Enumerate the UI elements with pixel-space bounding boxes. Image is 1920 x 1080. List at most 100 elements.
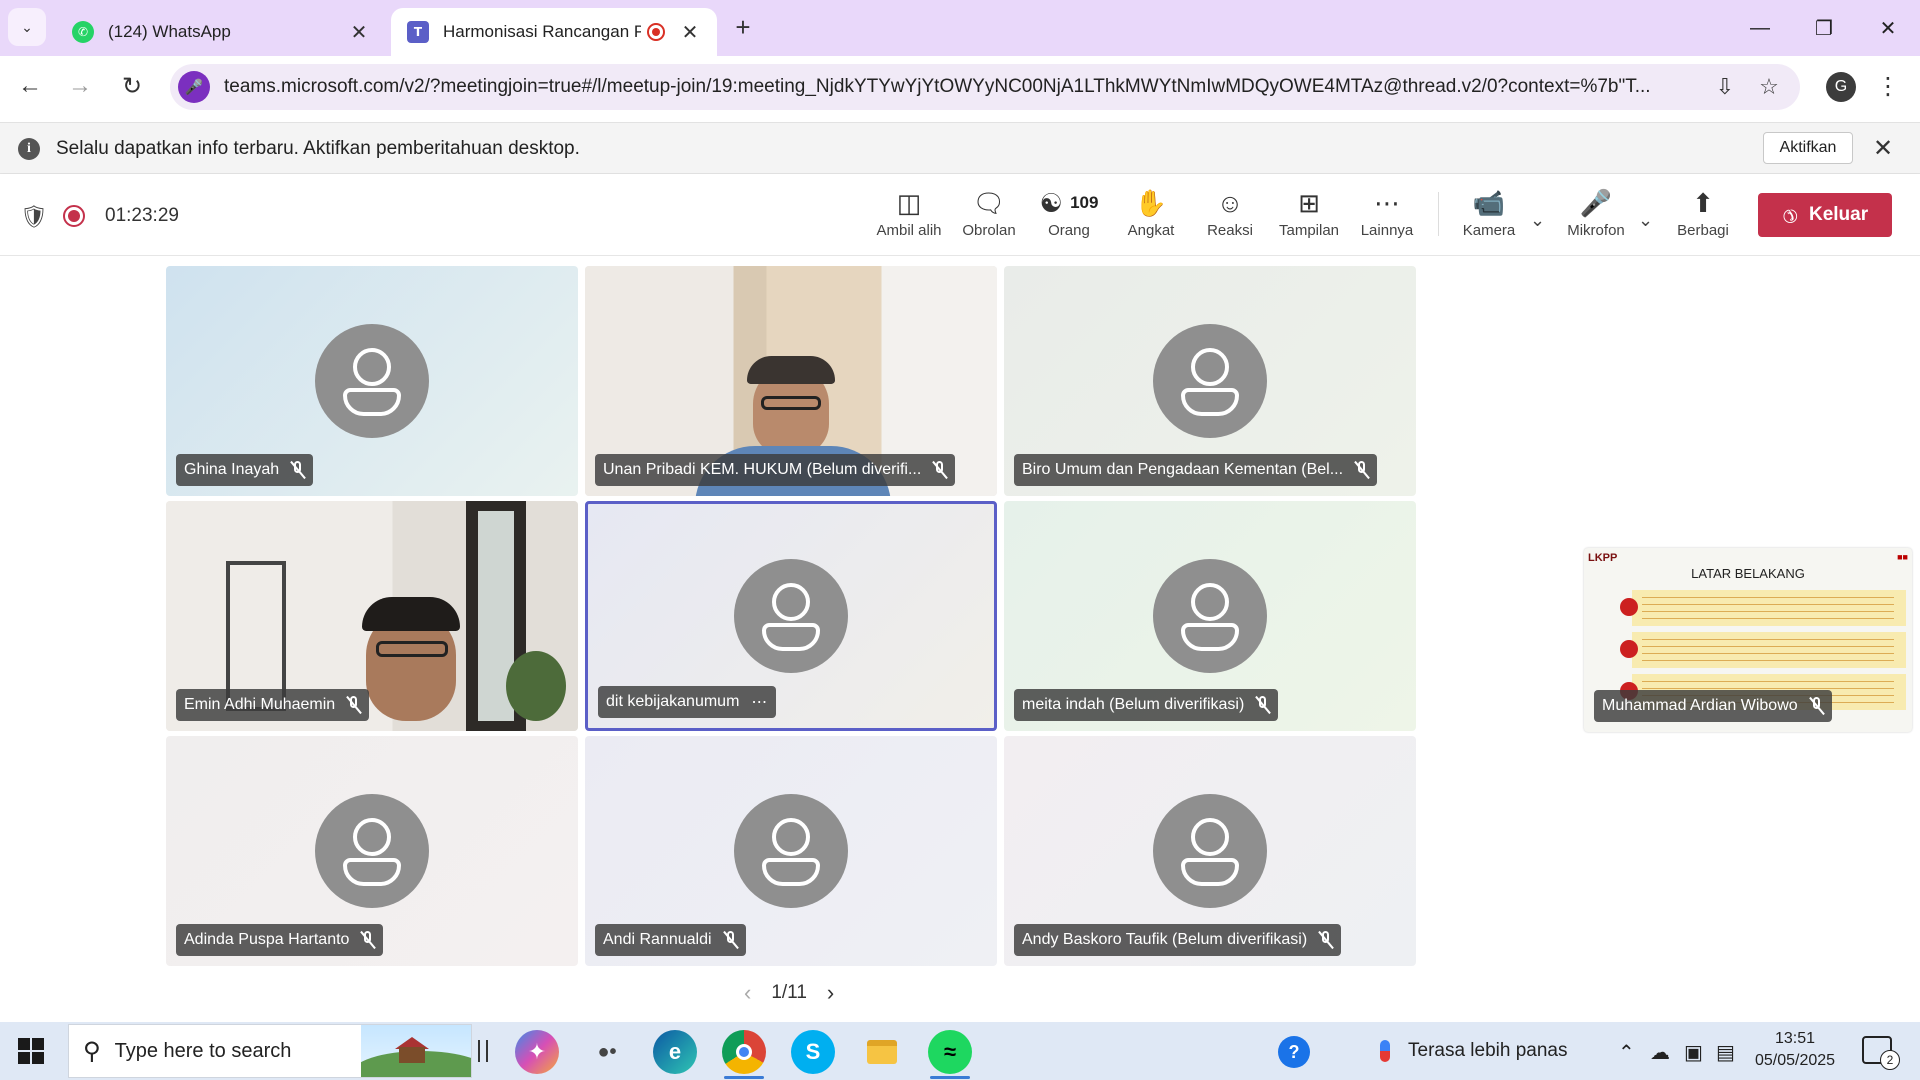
participant-tile[interactable]: Ghina Inayah (166, 266, 578, 496)
slide-bullet-icon (1620, 598, 1638, 616)
raise-hand-button[interactable]: ✋ Angkat (1110, 186, 1192, 248)
windows-start-icon[interactable] (18, 1038, 44, 1064)
search-highlight-image (361, 1025, 471, 1077)
microphone-icon[interactable]: 🎤 (178, 71, 210, 103)
address-bar[interactable]: 🎤 teams.microsoft.com/v2/?meetingjoin=tr… (170, 64, 1800, 110)
button-label: Kamera (1462, 222, 1516, 239)
chrome-icon[interactable] (722, 1030, 766, 1074)
take-control-button[interactable]: ◫ Ambil alih (868, 186, 950, 248)
slide-text-lines (1642, 636, 1894, 664)
mic-muted-icon (347, 696, 361, 714)
weather-widget[interactable]: Terasa lebih panas (1380, 1040, 1568, 1062)
more-button[interactable]: ⋯ Lainnya (1346, 186, 1428, 248)
button-label: Keluar (1808, 204, 1869, 225)
share-button[interactable]: ⬆ Berbagi (1662, 186, 1744, 248)
more-options-icon[interactable]: ⋯ (751, 692, 768, 712)
taskbar-search-box[interactable]: ⚲ Type here to search (68, 1024, 472, 1078)
display-icon[interactable]: ▤ (1716, 1040, 1735, 1065)
camera-options-chevron-icon[interactable]: ⌄ (1530, 210, 1545, 231)
edge-icon[interactable]: e (653, 1030, 697, 1074)
participant-tile[interactable]: Andi Rannualdi (585, 736, 997, 966)
slide-title: LATAR BELAKANG (1691, 566, 1805, 581)
notification-center-icon[interactable]: 2 (1862, 1036, 1900, 1070)
chevron-up-icon[interactable]: ⌃ (1618, 1040, 1635, 1065)
recording-icon (647, 23, 665, 41)
mic-muted-icon (1355, 461, 1369, 479)
windows-taskbar: ⚲ Type here to search ✦ ●• e S ≈ ? Teras… (0, 1022, 1920, 1080)
skype-icon[interactable]: S (791, 1030, 835, 1074)
button-label: Orang (1048, 222, 1090, 239)
participant-tile[interactable]: Andy Baskoro Taufik (Belum diverifikasi) (1004, 736, 1416, 966)
task-view-icon[interactable] (478, 1040, 488, 1062)
participant-name: Ghina Inayah (184, 461, 280, 478)
profile-avatar[interactable]: G (1826, 72, 1856, 102)
participant-glasses (761, 396, 821, 410)
new-tab-button[interactable]: + (728, 12, 758, 42)
participant-name: Unan Pribadi KEM. HUKUM (Belum diverifi.… (603, 461, 922, 478)
file-explorer-icon[interactable] (860, 1030, 904, 1074)
slide-logo: LKPP (1588, 552, 1618, 564)
close-icon[interactable]: ✕ (1873, 134, 1893, 163)
close-window-button[interactable]: ✕ (1856, 0, 1920, 56)
participant-name: dit kebijakanumum (606, 693, 740, 710)
info-icon: i (18, 138, 40, 160)
tab-whatsapp[interactable]: ✆ (124) WhatsApp ✕ (56, 8, 386, 56)
active-app-indicator (930, 1076, 970, 1079)
help-icon[interactable]: ? (1278, 1036, 1310, 1068)
meeting-app-icon[interactable]: ●• (585, 1030, 629, 1074)
video-stage: Ghina Inayah Unan Pribadi KEM. HUKUM (Be… (0, 256, 1920, 1022)
browser-tab-strip: ⌄ ✆ (124) WhatsApp ✕ T Harmonisasi Ranca… (0, 0, 1920, 56)
participant-tile-video[interactable]: Emin Adhi Muhaemin (166, 501, 578, 731)
button-label: Obrolan (962, 222, 1016, 239)
participant-tile-selected[interactable]: dit kebijakanumum ⋯ (585, 501, 997, 731)
spotify-icon[interactable]: ≈ (928, 1030, 972, 1074)
cloud-offline-icon[interactable]: ☁ (1650, 1040, 1670, 1065)
arrow-left-icon: ← (18, 72, 42, 99)
microphone-button[interactable]: 🎤 Mikrofon (1555, 186, 1637, 248)
mic-options-chevron-icon[interactable]: ⌄ (1638, 210, 1653, 231)
search-icon: ⚲ (83, 1037, 101, 1065)
reload-button[interactable]: ↻ (112, 66, 152, 106)
tab-search-button[interactable]: ⌄ (8, 8, 46, 46)
people-button[interactable]: ☯ 109 Orang (1028, 186, 1110, 248)
chevron-right-icon[interactable]: › (827, 980, 834, 1006)
chat-button[interactable]: 🗨 Obrolan (948, 186, 1030, 248)
star-icon[interactable]: ☆ (1754, 72, 1784, 102)
whatsapp-icon: ✆ (72, 21, 94, 43)
notification-count-badge: 2 (1880, 1050, 1900, 1070)
slide-text-lines (1642, 594, 1894, 622)
restore-button[interactable]: ❐ (1792, 0, 1856, 56)
close-icon[interactable]: ✕ (348, 20, 370, 45)
enable-notifications-button[interactable]: Aktifkan (1763, 132, 1853, 164)
copilot-icon[interactable]: ✦ (515, 1030, 559, 1074)
teams-icon: T (407, 21, 429, 43)
participant-tile[interactable]: meita indah (Belum diverifikasi) (1004, 501, 1416, 731)
system-clock[interactable]: 13:51 05/05/2025 (1752, 1028, 1838, 1072)
shield-icon[interactable]: 🛡 (20, 204, 48, 230)
url-text[interactable]: teams.microsoft.com/v2/?meetingjoin=true… (224, 76, 1704, 98)
forward-button[interactable]: → (60, 66, 100, 106)
screen-share-tile[interactable]: LKPP ■■ LATAR BELAKANG Muhammad Ardian W… (1584, 548, 1912, 732)
minimize-button[interactable]: — (1728, 0, 1792, 56)
device-icon[interactable]: ▣ (1684, 1040, 1703, 1065)
participant-nametag: dit kebijakanumum ⋯ (598, 686, 777, 718)
react-button[interactable]: ☺ Reaksi (1189, 186, 1271, 248)
browser-toolbar: ← → ↻ 🎤 teams.microsoft.com/v2/?meetingj… (0, 56, 1920, 122)
leave-button[interactable]: ✆ Keluar (1758, 193, 1892, 237)
button-label: Mikrofon (1567, 222, 1625, 239)
install-app-icon[interactable]: ⇩ (1710, 72, 1740, 102)
avatar-icon (315, 794, 429, 908)
more-menu-icon[interactable]: ⋮ (1876, 70, 1900, 104)
close-icon[interactable]: ✕ (679, 20, 701, 45)
participant-tile[interactable]: Biro Umum dan Pengadaan Kementan (Bel... (1004, 266, 1416, 496)
view-button[interactable]: ⊞ Tampilan (1268, 186, 1350, 248)
participant-tile-video[interactable]: Unan Pribadi KEM. HUKUM (Belum diverifi.… (585, 266, 997, 496)
camera-button[interactable]: 📹 Kamera (1448, 186, 1530, 248)
back-button[interactable]: ← (10, 66, 50, 106)
clock-date: 05/05/2025 (1754, 1052, 1836, 1069)
participant-nametag: meita indah (Belum diverifikasi) (1014, 689, 1279, 721)
tab-teams-meeting[interactable]: T Harmonisasi Rancangan Per ✕ (391, 8, 717, 56)
chevron-left-icon[interactable]: ‹ (744, 980, 751, 1006)
participant-name: Emin Adhi Muhaemin (184, 696, 336, 713)
participant-tile[interactable]: Adinda Puspa Hartanto (166, 736, 578, 966)
